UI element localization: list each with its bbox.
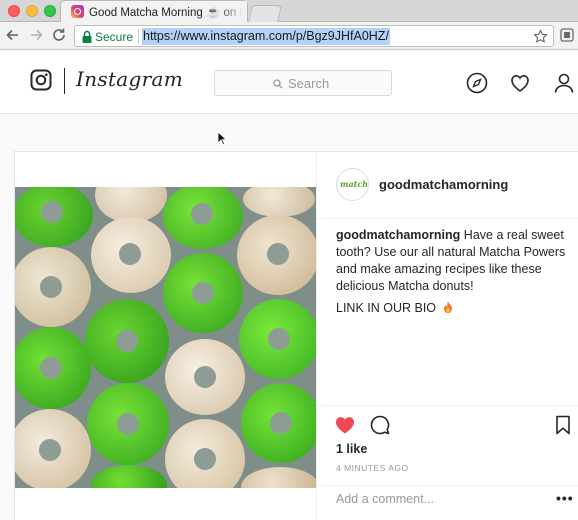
- caption-link-text: LINK IN OUR BIO: [336, 301, 437, 315]
- back-arrow-icon: [6, 29, 18, 41]
- minimize-window-button[interactable]: [26, 5, 38, 17]
- url-text[interactable]: https://www.instagram.com/p/Bgz9JHfA0HZ/: [142, 28, 390, 45]
- reload-icon: [53, 28, 65, 41]
- forward-button[interactable]: [27, 26, 45, 44]
- caption-username[interactable]: goodmatchamorning: [336, 228, 460, 242]
- donut-white: [243, 187, 315, 217]
- donut-white: [165, 419, 245, 488]
- donut-green: [241, 383, 316, 463]
- save-button[interactable]: [552, 414, 574, 436]
- new-tab-button[interactable]: [248, 5, 282, 22]
- explore-button[interactable]: [466, 72, 488, 94]
- donut-green: [91, 465, 167, 488]
- avatar[interactable]: matcha: [336, 168, 369, 201]
- search-input[interactable]: Search: [214, 70, 392, 96]
- lock-icon: [82, 30, 92, 43]
- bookmark-icon: [556, 415, 570, 435]
- donut-green: [163, 187, 243, 249]
- like-button[interactable]: [334, 414, 356, 436]
- forward-arrow-icon: [31, 29, 43, 41]
- donut-green: [85, 299, 169, 383]
- donut-green: [87, 383, 169, 465]
- post-image[interactable]: [15, 187, 316, 488]
- comment-button[interactable]: [369, 414, 391, 436]
- close-window-button[interactable]: [8, 5, 20, 17]
- browser-toolbar: Secure https://www.instagram.com/p/Bgz9J…: [0, 22, 578, 50]
- post-actions: 1 like 4 MINUTES AGO: [317, 405, 578, 485]
- heart-icon: [335, 417, 355, 434]
- donut-white: [241, 467, 316, 488]
- comment-row: •••: [317, 485, 578, 520]
- donut-green: [15, 327, 91, 409]
- avatar-logo-text: matcha: [340, 179, 369, 189]
- fire-icon: [443, 301, 452, 313]
- heart-icon: [511, 75, 529, 92]
- comment-icon: [370, 415, 390, 435]
- activity-button[interactable]: [509, 72, 531, 94]
- instagram-wordmark[interactable]: Instagram: [76, 67, 183, 91]
- search-icon: [273, 78, 283, 88]
- compass-icon: [466, 72, 488, 94]
- comment-input[interactable]: [336, 492, 526, 506]
- profile-button[interactable]: [553, 72, 575, 94]
- post-details: matcha goodmatchamorning goodmatchamorni…: [316, 152, 578, 520]
- browser-tab-bar: Good Matcha Morning ☕ on Instagram: [0, 0, 578, 22]
- search-placeholder: Search: [288, 76, 330, 91]
- extension-icon[interactable]: [560, 28, 574, 42]
- instagram-header: Instagram Search: [0, 51, 578, 114]
- donut-white: [237, 215, 316, 295]
- zoom-window-button[interactable]: [44, 5, 56, 17]
- donut-green: [163, 253, 243, 333]
- address-bar[interactable]: Secure https://www.instagram.com/p/Bgz9J…: [74, 25, 554, 47]
- author-username[interactable]: goodmatchamorning: [379, 177, 508, 192]
- donut-white: [165, 339, 245, 415]
- post-card: matcha goodmatchamorning goodmatchamorni…: [14, 151, 578, 520]
- secure-label: Secure: [95, 30, 134, 44]
- mouse-cursor-icon: [217, 131, 226, 145]
- more-options-icon[interactable]: •••: [556, 490, 574, 506]
- profile-icon: [554, 73, 574, 93]
- donut-green: [15, 187, 93, 247]
- post-timestamp[interactable]: 4 MINUTES AGO: [336, 463, 409, 473]
- browser-tab[interactable]: Good Matcha Morning ☕ on Instagram: [60, 0, 248, 22]
- instagram-favicon-icon: [71, 5, 84, 18]
- donut-white: [15, 409, 91, 488]
- like-count[interactable]: 1 like: [336, 442, 367, 456]
- post-author-row: matcha goodmatchamorning: [317, 152, 578, 219]
- donut-white: [15, 247, 91, 327]
- reload-button[interactable]: [50, 26, 68, 44]
- caption-link-line: LINK IN OUR BIO: [336, 301, 453, 315]
- back-button[interactable]: [4, 26, 22, 44]
- post-caption: goodmatchamorning Have a real sweet toot…: [336, 227, 576, 295]
- donut-green: [239, 299, 316, 379]
- star-icon[interactable]: [533, 29, 548, 44]
- instagram-glyph-icon[interactable]: [30, 69, 52, 91]
- donut-white: [91, 217, 171, 293]
